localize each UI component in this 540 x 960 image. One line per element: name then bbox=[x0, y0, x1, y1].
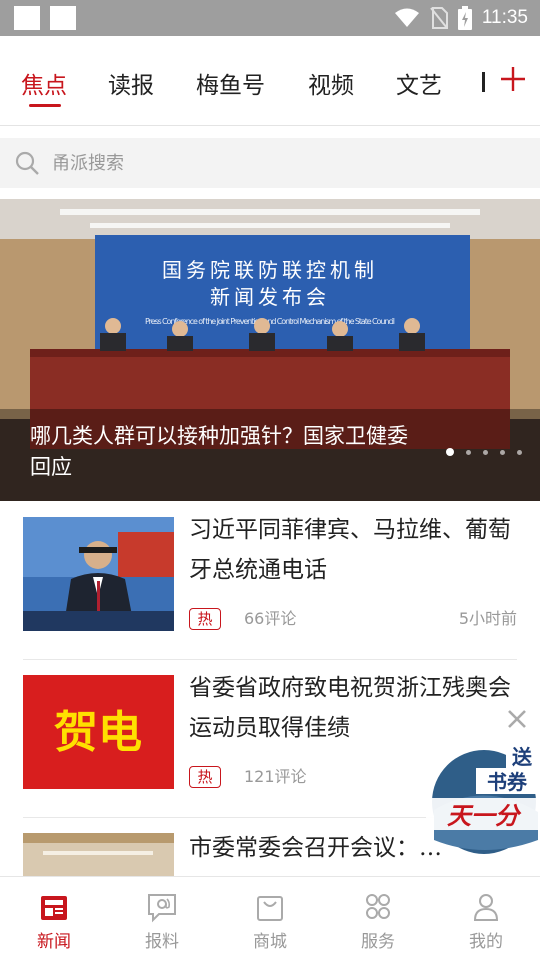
nav-report[interactable]: 报料 bbox=[108, 877, 216, 960]
news-thumbnail: 贺电 bbox=[23, 675, 174, 789]
nav-label: 报料 bbox=[145, 932, 179, 952]
notification-icon bbox=[50, 6, 76, 30]
search-icon bbox=[15, 151, 39, 175]
banner-pagination bbox=[446, 448, 522, 456]
no-sim-icon bbox=[430, 7, 448, 29]
news-thumbnail bbox=[23, 833, 174, 876]
newspaper-icon bbox=[41, 896, 67, 920]
report-at-icon bbox=[148, 894, 176, 923]
comment-count: 121评论 bbox=[244, 767, 307, 786]
add-channel-icon[interactable] bbox=[500, 66, 526, 92]
tab-meiyuhao[interactable]: 梅鱼号 bbox=[196, 66, 265, 100]
banner-sign-line1: 国务院联防联控机制 bbox=[162, 258, 378, 282]
banner-title: 哪几类人群可以接种加强针？国家卫健委回应 bbox=[30, 424, 408, 479]
nav-label: 服务 bbox=[361, 932, 395, 952]
pagination-dot bbox=[500, 449, 505, 455]
pagination-dot bbox=[517, 449, 522, 455]
nav-label: 商城 bbox=[253, 932, 287, 952]
comment-count: 66评论 bbox=[244, 609, 297, 628]
promo-text-send: 送 bbox=[512, 745, 533, 769]
headline-banner[interactable]: 国务院联防联控机制 新闻发布会 Press Conference of the … bbox=[0, 199, 540, 501]
channel-tabs: 焦点 读报 梅鱼号 视频 文艺 bbox=[0, 36, 540, 126]
battery-charging-icon bbox=[457, 6, 472, 30]
nav-label: 新闻 bbox=[37, 932, 71, 952]
news-title: 习近平同菲律宾、马拉维、葡萄牙总统通电话 bbox=[189, 517, 511, 583]
status-icons: 11:35 bbox=[394, 0, 528, 36]
wifi-icon bbox=[394, 8, 419, 27]
search-bar[interactable] bbox=[0, 138, 540, 188]
tab-focus[interactable]: 焦点 bbox=[21, 66, 67, 100]
user-profile-icon bbox=[473, 894, 499, 921]
news-meta: 热 66评论 5小时前 bbox=[189, 608, 517, 630]
tab-overflow-edge bbox=[482, 72, 485, 92]
pagination-dot bbox=[446, 448, 454, 456]
promo-float-button[interactable]: 送 书券 天一分 bbox=[420, 740, 540, 858]
hot-badge: 热 bbox=[189, 608, 221, 630]
thumbnail-text: 贺电 bbox=[54, 707, 142, 758]
tab-arts[interactable]: 文艺 bbox=[396, 66, 442, 100]
hot-badge: 热 bbox=[189, 766, 221, 788]
nav-news[interactable]: 新闻 bbox=[0, 877, 108, 960]
status-time: 11:35 bbox=[481, 7, 528, 28]
nav-mine[interactable]: 我的 bbox=[432, 877, 540, 960]
bottom-navigation: 新闻 报料 商城 服务 我的 bbox=[0, 876, 540, 960]
publish-time: 5小时前 bbox=[458, 609, 517, 628]
news-item[interactable]: 习近平同菲律宾、马拉维、葡萄牙总统通电话 热 66评论 5小时前 bbox=[0, 500, 540, 660]
news-title: 省委省政府致电祝贺浙江残奥会运动员取得佳绩 bbox=[189, 675, 511, 741]
status-bar: 11:35 bbox=[0, 0, 540, 36]
promo-text-tianyifen: 天一分 bbox=[447, 802, 522, 830]
tab-newspaper[interactable]: 读报 bbox=[108, 66, 154, 100]
promo-text-voucher: 书券 bbox=[487, 770, 528, 794]
services-grid-icon bbox=[366, 894, 390, 919]
active-tab-indicator bbox=[29, 104, 61, 107]
nav-mall[interactable]: 商城 bbox=[216, 877, 324, 960]
close-icon[interactable] bbox=[505, 707, 529, 731]
pagination-dot bbox=[483, 449, 488, 455]
nav-services[interactable]: 服务 bbox=[324, 877, 432, 960]
nav-label: 我的 bbox=[469, 932, 503, 952]
notification-icon bbox=[14, 6, 40, 30]
tab-video[interactable]: 视频 bbox=[308, 66, 354, 100]
search-input[interactable] bbox=[52, 152, 492, 174]
pagination-dot bbox=[466, 449, 471, 455]
shopping-bag-icon bbox=[257, 896, 283, 921]
banner-sign-line2: 新闻发布会 bbox=[210, 285, 330, 309]
news-thumbnail bbox=[23, 517, 174, 631]
